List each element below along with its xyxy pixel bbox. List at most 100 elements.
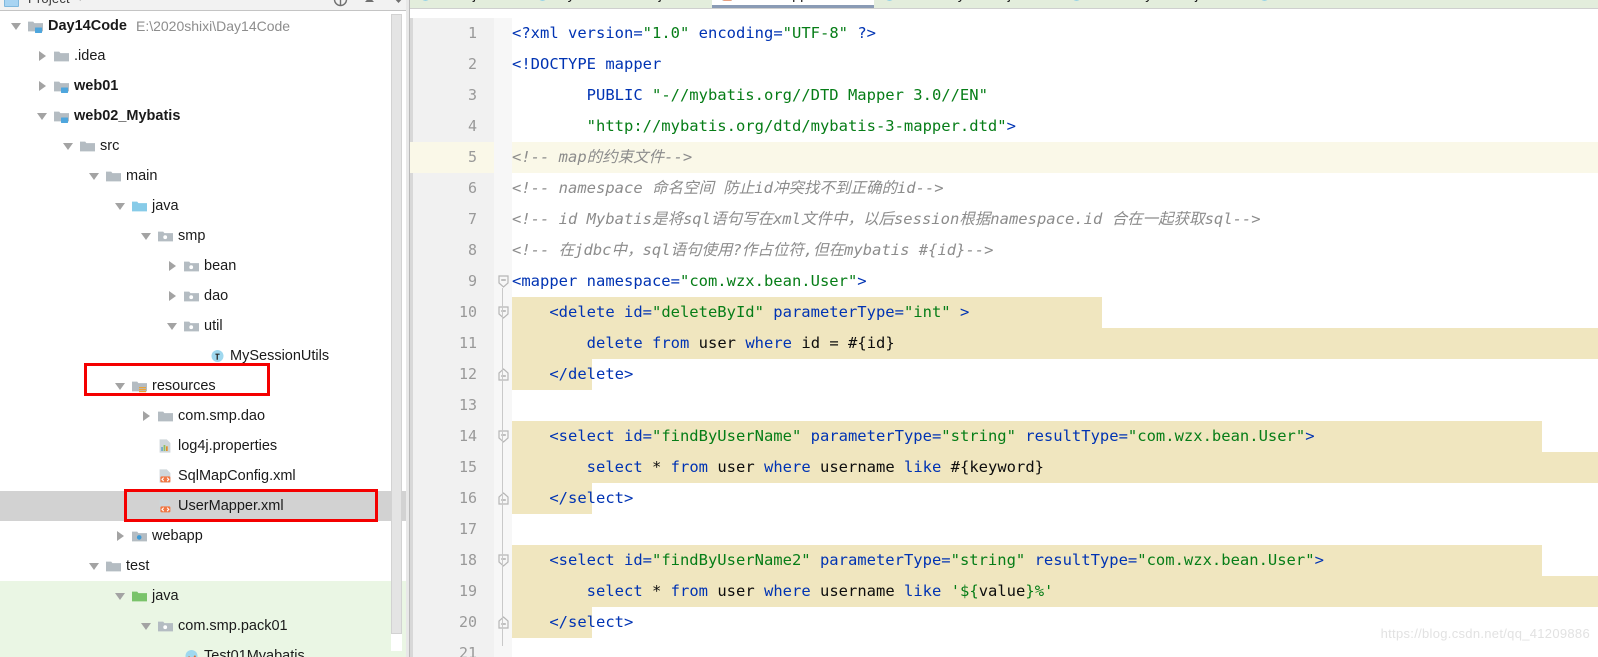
tree-row-resources[interactable]: resources [0, 371, 409, 401]
code-line[interactable]: <!-- id Mybatis是将sql语句写在xml文件中，以后session… [512, 204, 1261, 235]
tree-row-web02-mybatis[interactable]: web02_Mybatis [0, 101, 409, 131]
chevron-right-icon[interactable] [34, 71, 50, 101]
tree-row-com-smp-dao[interactable]: com.smp.dao [0, 401, 409, 431]
chevron-down-icon[interactable] [164, 311, 180, 341]
fold-collapse-icon[interactable] [494, 297, 512, 328]
code-line[interactable]: <!DOCTYPE mapper [512, 49, 661, 80]
panel-divider[interactable] [406, 0, 409, 657]
resource-folder-icon [128, 371, 150, 401]
line-number: 21 [458, 644, 477, 657]
code-content[interactable]: <?xml version="1.0" encoding="UTF-8" ?> <… [512, 18, 1598, 657]
fold-collapse-icon[interactable] [494, 545, 512, 576]
project-tree[interactable]: Day14Code E:\2020shixi\Day14Code .idea web0… [0, 11, 409, 657]
code-line[interactable]: <delete id="deleteById" parameterType="i… [512, 297, 969, 328]
fold-end-icon[interactable] [494, 607, 512, 638]
tree-row-test[interactable]: test [0, 551, 409, 581]
chevron-down-icon[interactable] [138, 611, 154, 641]
code-line[interactable]: <!-- map的约束文件--> [512, 142, 692, 173]
folder-icon [102, 161, 124, 191]
line-number: 17 [458, 520, 477, 538]
chevron-down-icon[interactable]: ▾ [78, 0, 83, 4]
close-icon[interactable]: ✕ [1044, 0, 1054, 2]
code-line[interactable]: "http://mybatis.org/dtd/mybatis-3-mapper… [512, 111, 1016, 142]
editor-tab-bar[interactable]: User.java✕MySessionUtils.java✕UserMapper… [410, 0, 1598, 9]
code-folding-strip[interactable] [494, 18, 512, 657]
chevron-right-icon[interactable] [34, 41, 50, 71]
tree-row-src[interactable]: src [0, 131, 409, 161]
code-line[interactable]: <mapper namespace="com.wzx.bean.User"> [512, 266, 867, 297]
code-line[interactable]: PUBLIC "-//mybatis.org//DTD Mapper 3.0//… [512, 80, 988, 111]
fold-end-icon[interactable] [494, 483, 512, 514]
line-number: 13 [458, 396, 477, 414]
project-tree-scrollbar-thumb[interactable] [391, 14, 402, 634]
tree-row-web01[interactable]: web01 [0, 71, 409, 101]
tree-row-log4j-properties[interactable]: log4j.properties [0, 431, 409, 461]
chevron-down-icon[interactable] [8, 11, 24, 41]
code-line[interactable]: </select> [512, 607, 633, 638]
tree-row-idea[interactable]: .idea [0, 41, 409, 71]
fold-end-icon[interactable] [494, 359, 512, 390]
chevron-right-icon[interactable] [164, 251, 180, 281]
fold-connector [502, 443, 503, 491]
tree-row-java[interactable]: java [0, 191, 409, 221]
code-line[interactable]: <select id="findByUserName2" parameterTy… [512, 545, 1324, 576]
tree-row-usermapper-xml[interactable]: UserMapper.xml [0, 491, 409, 521]
editor-tab-mysessionutils-java[interactable]: MySessionUtils.java ✕ [527, 0, 713, 8]
code-line[interactable]: <?xml version="1.0" encoding="UTF-8" ?> [512, 18, 876, 49]
chevron-down-icon[interactable] [86, 551, 102, 581]
tree-row-mysessionutils[interactable]: MySessionUtils [0, 341, 409, 371]
settings-icon[interactable] [391, 0, 406, 7]
code-line[interactable]: </select> [512, 483, 633, 514]
chevron-right-icon[interactable] [164, 281, 180, 311]
tree-row-com-smp-pack01[interactable]: com.smp.pack01 [0, 611, 409, 641]
editor-tab-user-java[interactable]: User.java ✕ [410, 0, 527, 8]
code-line[interactable]: <!-- namespace 命名空间 防止id冲突找不到正确的id--> [512, 173, 944, 204]
close-icon[interactable]: ✕ [1232, 0, 1242, 2]
chevron-down-icon[interactable] [112, 581, 128, 611]
tree-row-util[interactable]: util [0, 311, 409, 341]
code-line[interactable]: delete from user where id = #{id} [512, 328, 895, 359]
tree-row-dao[interactable]: dao [0, 281, 409, 311]
chevron-down-icon[interactable] [34, 101, 50, 131]
code-line[interactable]: select * from user where username like '… [512, 576, 1054, 607]
expand-icon[interactable] [362, 0, 377, 7]
close-icon[interactable]: ✕ [509, 0, 519, 2]
tree-row-java[interactable]: java [0, 581, 409, 611]
code-line[interactable]: select * from user where username like #… [512, 452, 1044, 483]
chevron-down-icon[interactable] [86, 161, 102, 191]
editor-tab-u[interactable]: U✕ [1249, 0, 1316, 8]
tree-row-smp[interactable]: smp [0, 221, 409, 251]
line-number: 11 [458, 334, 477, 352]
project-panel-header: Project ▾ [0, 0, 409, 11]
fold-collapse-icon[interactable] [494, 266, 512, 297]
tree-row-label: Test01Myabatis [204, 648, 305, 657]
tree-row-main[interactable]: main [0, 161, 409, 191]
tree-row-webapp[interactable]: webapp [0, 521, 409, 551]
chevron-down-icon[interactable] [60, 131, 76, 161]
tree-row-test01myabatis[interactable]: Test01Myabatis [0, 641, 409, 657]
chevron-down-icon[interactable] [112, 191, 128, 221]
code-line[interactable]: </delete> [512, 359, 633, 390]
tree-row-sqlmapconfig-xml[interactable]: SqlMapConfig.xml [0, 461, 409, 491]
editor-tab-test01myabatis-java[interactable]: Test01Myabatis.java ✕ [874, 0, 1061, 8]
code-line[interactable]: <!-- 在jdbc中，sql语句使用?作占位符,但在mybatis #{id}… [512, 235, 993, 266]
chevron-down-icon[interactable] [112, 371, 128, 401]
tree-row-bean[interactable]: bean [0, 251, 409, 281]
tree-row-day14code[interactable]: Day14Code E:\2020shixi\Day14Code [0, 11, 409, 41]
close-icon[interactable]: ✕ [1298, 0, 1308, 2]
java-class-icon [535, 0, 550, 3]
close-icon[interactable]: ✕ [695, 0, 705, 2]
editor-tab-usermapper-xml[interactable]: UserMapper.xml ✕ [712, 0, 874, 8]
close-icon[interactable]: ✕ [857, 0, 867, 2]
xml-file-icon [154, 491, 176, 521]
editor-tab-test02myabatis-java[interactable]: Test02Myabatis.java ✕ [1061, 0, 1248, 8]
collapse-all-icon[interactable] [333, 0, 348, 7]
code-line[interactable]: <select id="findByUserName" parameterTyp… [512, 421, 1314, 452]
package-icon [154, 611, 176, 641]
chevron-right-icon[interactable] [138, 401, 154, 431]
fold-collapse-icon[interactable] [494, 421, 512, 452]
chevron-right-icon[interactable] [112, 521, 128, 551]
module-folder-icon [24, 11, 46, 41]
chevron-down-icon[interactable] [138, 221, 154, 251]
